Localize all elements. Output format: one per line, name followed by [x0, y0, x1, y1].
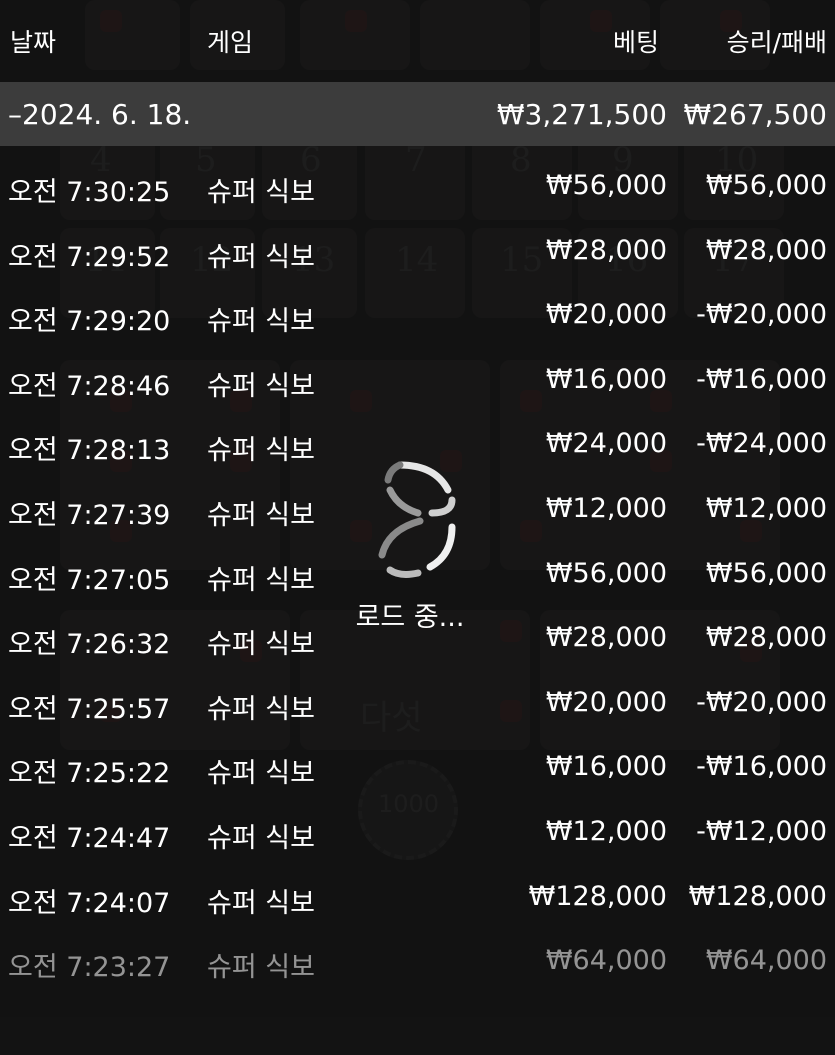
- row-game: 슈퍼 식보: [207, 241, 315, 273]
- row-bet: ₩28,000: [545, 622, 667, 654]
- row-game: 슈퍼 식보: [207, 564, 315, 596]
- list-item[interactable]: 오전 7:28:46 슈퍼 식보 ₩16,000 -₩16,000: [0, 348, 835, 413]
- row-bet: ₩56,000: [545, 170, 667, 201]
- row-time: 오전 7:24:07: [8, 887, 171, 919]
- row-bet: ₩20,000: [545, 299, 667, 331]
- row-time: 오전 7:28:46: [8, 370, 171, 402]
- row-bet: ₩24,000: [545, 428, 667, 460]
- row-bet: ₩16,000: [545, 363, 667, 395]
- date-group-row[interactable]: –2024. 6. 18. ₩3,271,500 ₩267,500: [0, 82, 835, 146]
- row-winloss: ₩56,000: [705, 557, 827, 589]
- history-header: 날짜 게임 베팅 승리/패배: [0, 0, 835, 82]
- row-bet: ₩128,000: [528, 880, 667, 912]
- row-game: 슈퍼 식보: [207, 952, 315, 984]
- row-game: 슈퍼 식보: [207, 306, 315, 338]
- row-time: 오전 7:30:25: [8, 177, 171, 208]
- row-game: 슈퍼 식보: [207, 435, 315, 467]
- list-item[interactable]: 오전 7:25:57 슈퍼 식보 ₩20,000 -₩20,000: [0, 671, 835, 736]
- row-bet: ₩16,000: [545, 751, 667, 783]
- list-item[interactable]: 오전 7:30:25 슈퍼 식보 ₩56,000 ₩56,000: [0, 154, 835, 219]
- row-time: 오전 7:24:47: [8, 822, 171, 854]
- row-game: 슈퍼 식보: [207, 177, 315, 208]
- row-winloss: ₩28,000: [705, 234, 827, 266]
- list-item[interactable]: 오전 7:29:52 슈퍼 식보 ₩28,000 ₩28,000: [0, 219, 835, 284]
- row-time: 오전 7:29:20: [8, 306, 171, 338]
- row-time: 오전 7:28:13: [8, 435, 171, 467]
- row-game: 슈퍼 식보: [207, 370, 315, 402]
- row-bet: ₩20,000: [545, 686, 667, 718]
- row-game: 슈퍼 식보: [207, 499, 315, 531]
- date-group-total-bet: ₩3,271,500: [496, 97, 667, 131]
- row-game: 슈퍼 식보: [207, 887, 315, 919]
- row-winloss: -₩20,000: [696, 686, 827, 718]
- loading-text: 로드 중...: [355, 602, 465, 633]
- header-date: 날짜: [10, 28, 57, 57]
- row-winloss: -₩20,000: [696, 299, 827, 331]
- row-winloss: -₩12,000: [696, 815, 827, 847]
- list-item[interactable]: 오전 7:23:27 슈퍼 식보 ₩64,000 ₩64,000: [0, 929, 835, 994]
- date-group-label: –2024. 6. 18.: [8, 97, 192, 131]
- row-time: 오전 7:25:22: [8, 758, 171, 790]
- row-game: 슈퍼 식보: [207, 629, 315, 661]
- header-winloss: 승리/패배: [726, 28, 827, 57]
- row-winloss: ₩64,000: [705, 945, 827, 977]
- row-game: 슈퍼 식보: [207, 693, 315, 725]
- row-bet: ₩12,000: [545, 815, 667, 847]
- loading-spinner-icon: [378, 461, 456, 578]
- header-game: 게임: [207, 28, 254, 57]
- row-winloss: -₩16,000: [696, 363, 827, 395]
- header-bet: 베팅: [612, 28, 659, 57]
- row-time: 오전 7:27:39: [8, 499, 171, 531]
- list-item[interactable]: 오전 7:25:22 슈퍼 식보 ₩16,000 -₩16,000: [0, 735, 835, 800]
- row-time: 오전 7:23:27: [8, 952, 171, 984]
- row-winloss: ₩28,000: [705, 622, 827, 654]
- row-winloss: -₩16,000: [696, 751, 827, 783]
- row-time: 오전 7:29:52: [8, 241, 171, 273]
- list-item[interactable]: 오전 7:29:20 슈퍼 식보 ₩20,000 -₩20,000: [0, 283, 835, 348]
- list-item[interactable]: 오전 7:24:47 슈퍼 식보 ₩12,000 -₩12,000: [0, 800, 835, 865]
- row-game: 슈퍼 식보: [207, 758, 315, 790]
- list-item[interactable]: 오전 7:24:07 슈퍼 식보 ₩128,000 ₩128,000: [0, 865, 835, 930]
- date-group-total-winloss: ₩267,500: [683, 97, 827, 131]
- row-bet: ₩12,000: [545, 492, 667, 524]
- row-bet: ₩28,000: [545, 234, 667, 266]
- row-winloss: -₩24,000: [696, 428, 827, 460]
- loading-indicator: 로드 중...: [340, 455, 480, 675]
- row-bet: ₩56,000: [545, 557, 667, 589]
- row-winloss: ₩56,000: [705, 170, 827, 201]
- row-winloss: ₩12,000: [705, 492, 827, 524]
- row-bet: ₩64,000: [545, 945, 667, 977]
- row-time: 오전 7:25:57: [8, 693, 171, 725]
- row-time: 오전 7:27:05: [8, 564, 171, 596]
- row-time: 오전 7:26:32: [8, 629, 171, 661]
- row-game: 슈퍼 식보: [207, 822, 315, 854]
- row-winloss: ₩128,000: [688, 880, 827, 912]
